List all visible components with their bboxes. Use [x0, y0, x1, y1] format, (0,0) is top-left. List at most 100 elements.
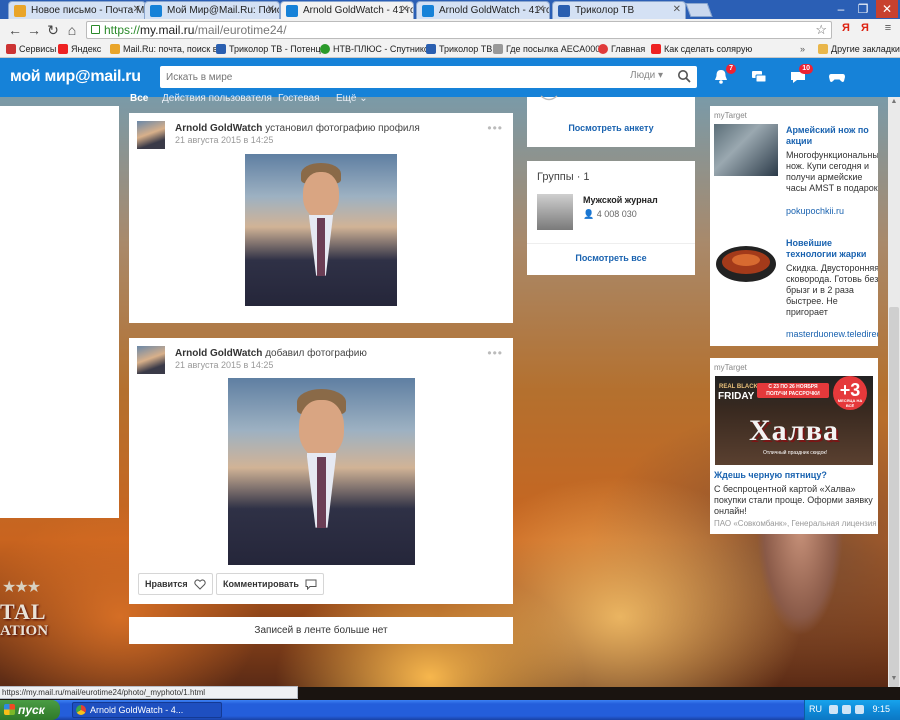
reload-icon[interactable]: ↻	[44, 21, 62, 39]
banner-tagline: Отличный праздник скидок!	[762, 450, 828, 456]
notifications-bell-icon[interactable]: 7	[712, 64, 736, 86]
bookmark-home[interactable]: Главная	[598, 44, 645, 54]
bookmark-ntv-plus[interactable]: НТВ-ПЛЮС - Спутнико	[320, 44, 429, 54]
ad-title[interactable]: Новейшие технологии жарки	[786, 238, 878, 260]
yandex-extension-icon-2[interactable]: Я	[857, 22, 873, 38]
ad-title[interactable]: Ждешь черную пятницу?	[714, 470, 874, 481]
menu-icon[interactable]: ≡	[880, 22, 896, 38]
bookmark-star-icon[interactable]: ☆	[815, 22, 827, 38]
close-tab-icon[interactable]: ✕	[537, 4, 545, 15]
feed-post: Arnold GoldWatch добавил фотографию 21 а…	[129, 338, 513, 604]
photo-tie	[316, 456, 327, 528]
tab-more[interactable]: Ещё ⌄	[336, 93, 368, 104]
home-icon[interactable]: ⌂	[63, 21, 81, 39]
browser-tab-label: Триколор ТВ	[575, 5, 635, 16]
ad-text: Многофункциональный нож. Купи сегодня и …	[786, 150, 878, 193]
group-member-count: 👤 4 008 030	[583, 209, 637, 220]
site-header: мой мир@mail.ru Люди ▾ 7 10	[0, 58, 900, 97]
banner-dates-sub: ПОЛУЧИ РАССРОЧКИ	[766, 391, 820, 397]
more-options-icon[interactable]: •••	[487, 346, 503, 360]
browser-tab-mail[interactable]: Новое письмо - Почта Mail.Ru ✕	[8, 1, 146, 19]
network-icon[interactable]	[829, 705, 838, 714]
bookmark-howto[interactable]: Как сделать солярую	[651, 44, 752, 54]
browser-tab-search[interactable]: Мой Мир@Mail.Ru: Поиск л ✕	[144, 1, 280, 19]
chat-icon[interactable]	[750, 68, 768, 86]
browser-tab-tricolor[interactable]: Триколор ТВ ✕	[552, 1, 686, 19]
back-arrow-icon[interactable]: ←	[6, 21, 24, 39]
ad-knife-image[interactable]	[714, 124, 778, 176]
bookmark-services[interactable]: Сервисы	[6, 44, 56, 54]
game-logo-line1: TAL	[0, 599, 47, 624]
search-input[interactable]	[166, 69, 606, 85]
close-tab-icon[interactable]: ✕	[673, 4, 681, 15]
scroll-down-arrow-icon[interactable]: ▼	[889, 675, 899, 685]
avatar[interactable]	[137, 121, 165, 149]
url-scheme: https://	[104, 23, 141, 37]
like-label: Нравится	[145, 579, 188, 589]
banner-dates: С 23 ПО 26 НОЯБРЯ ПОЛУЧИ РАССРОЧКИ	[757, 383, 829, 398]
maximize-icon[interactable]: ❐	[852, 0, 874, 18]
ad-title[interactable]: Армейский нож по акции	[786, 125, 878, 147]
yandex-extension-icon[interactable]: Я	[838, 22, 854, 38]
start-button[interactable]: пуск	[0, 700, 60, 720]
bookmark-tricolor-potential[interactable]: Триколор ТВ - Потенци	[216, 44, 326, 54]
close-tab-icon[interactable]: ✕	[267, 4, 275, 15]
avatar[interactable]	[137, 346, 165, 374]
view-all-groups-link[interactable]: Посмотреть все	[527, 253, 695, 263]
like-button[interactable]: Нравится	[138, 573, 214, 595]
post-photo[interactable]	[228, 378, 415, 565]
tab-all[interactable]: Все	[130, 93, 148, 104]
browser-tab-profile-active[interactable]: Arnold GoldWatch - 41 год н ✕	[280, 1, 414, 19]
security-icon[interactable]	[855, 705, 864, 714]
language-indicator[interactable]: RU	[809, 704, 822, 714]
status-bar-url: https://my.mail.ru/mail/eurotime24/photo…	[0, 686, 298, 699]
browser-tab-label: Arnold GoldWatch - 41 год н	[303, 5, 413, 16]
view-profile-link[interactable]: Посмотреть анкету	[527, 123, 695, 133]
ad-domain-link[interactable]: pokupochkii.ru	[786, 206, 844, 216]
group-thumbnail[interactable]	[537, 194, 573, 230]
tab-user-actions[interactable]: Действия пользователя	[162, 93, 272, 104]
scroll-up-arrow-icon[interactable]: ▲	[889, 98, 899, 108]
tab-guestbook[interactable]: Гостевая	[278, 93, 320, 104]
group-name[interactable]: Мужской журнал	[583, 195, 658, 205]
group-count-value: 4 008 030	[596, 209, 637, 219]
bookmarks-overflow-icon[interactable]: »	[800, 44, 805, 54]
volume-icon[interactable]	[842, 705, 851, 714]
scrollbar-thumb[interactable]	[889, 307, 899, 687]
search-scope-dropdown[interactable]: Люди ▾	[630, 70, 663, 81]
bookmark-label: Главная	[611, 44, 646, 54]
messages-icon[interactable]: 10	[789, 64, 813, 86]
ad-domain-link[interactable]: masterduonew.teledirect	[786, 329, 878, 339]
more-options-icon[interactable]: •••	[487, 121, 503, 135]
address-bar[interactable]: https://my.mail.ru/mail/eurotime24/ ☆	[86, 21, 832, 39]
comment-button[interactable]: Комментировать	[216, 573, 325, 595]
taskbar-item-chrome[interactable]: Arnold GoldWatch - 4...	[72, 702, 222, 718]
tab-more-label: Ещё	[336, 93, 357, 104]
post-photo[interactable]	[245, 154, 397, 306]
site-logo[interactable]: мой мир@mail.ru	[10, 68, 141, 86]
post-author-link[interactable]: Arnold GoldWatch	[175, 348, 262, 359]
game-logo-line2: ATION	[0, 623, 49, 639]
post-action: добавил фотографию	[265, 348, 367, 359]
bookmark-parcel[interactable]: Где посылка AECA000	[493, 44, 600, 54]
ad-text: Скидка. Двусторонняя сковорода. Готовь б…	[786, 263, 878, 317]
bookmark-other[interactable]: Другие закладки	[818, 44, 900, 54]
ad-pan-image[interactable]	[714, 234, 778, 292]
new-tab-button[interactable]	[685, 3, 713, 17]
forward-arrow-icon[interactable]: →	[25, 21, 43, 39]
close-tab-icon[interactable]: ✕	[401, 4, 409, 15]
search-icon[interactable]	[677, 69, 691, 83]
bookmark-mailru[interactable]: Mail.Ru: почта, поиск в	[110, 44, 218, 54]
games-gamepad-icon[interactable]	[828, 68, 846, 86]
browser-tab-profile[interactable]: Arnold GoldWatch - 41 год н ✕	[416, 1, 550, 19]
post-author-link[interactable]: Arnold GoldWatch	[175, 123, 262, 134]
bookmark-tricolor[interactable]: Триколор ТВ	[426, 44, 492, 54]
close-tab-icon[interactable]: ✕	[133, 4, 141, 15]
post-header: Arnold GoldWatch добавил фотографию	[175, 348, 367, 359]
minimize-icon[interactable]: –	[830, 0, 852, 18]
bookmark-yandex[interactable]: Яндекс	[58, 44, 101, 54]
close-window-icon[interactable]: ✕	[876, 0, 898, 18]
bookmark-label: Как сделать солярую	[664, 44, 753, 54]
page-scrollbar[interactable]: ▲ ▼	[888, 97, 900, 687]
ad-banner-halva[interactable]: REAL BLACK FRIDAY С 23 ПО 26 НОЯБРЯ ПОЛУЧ…	[715, 376, 873, 465]
